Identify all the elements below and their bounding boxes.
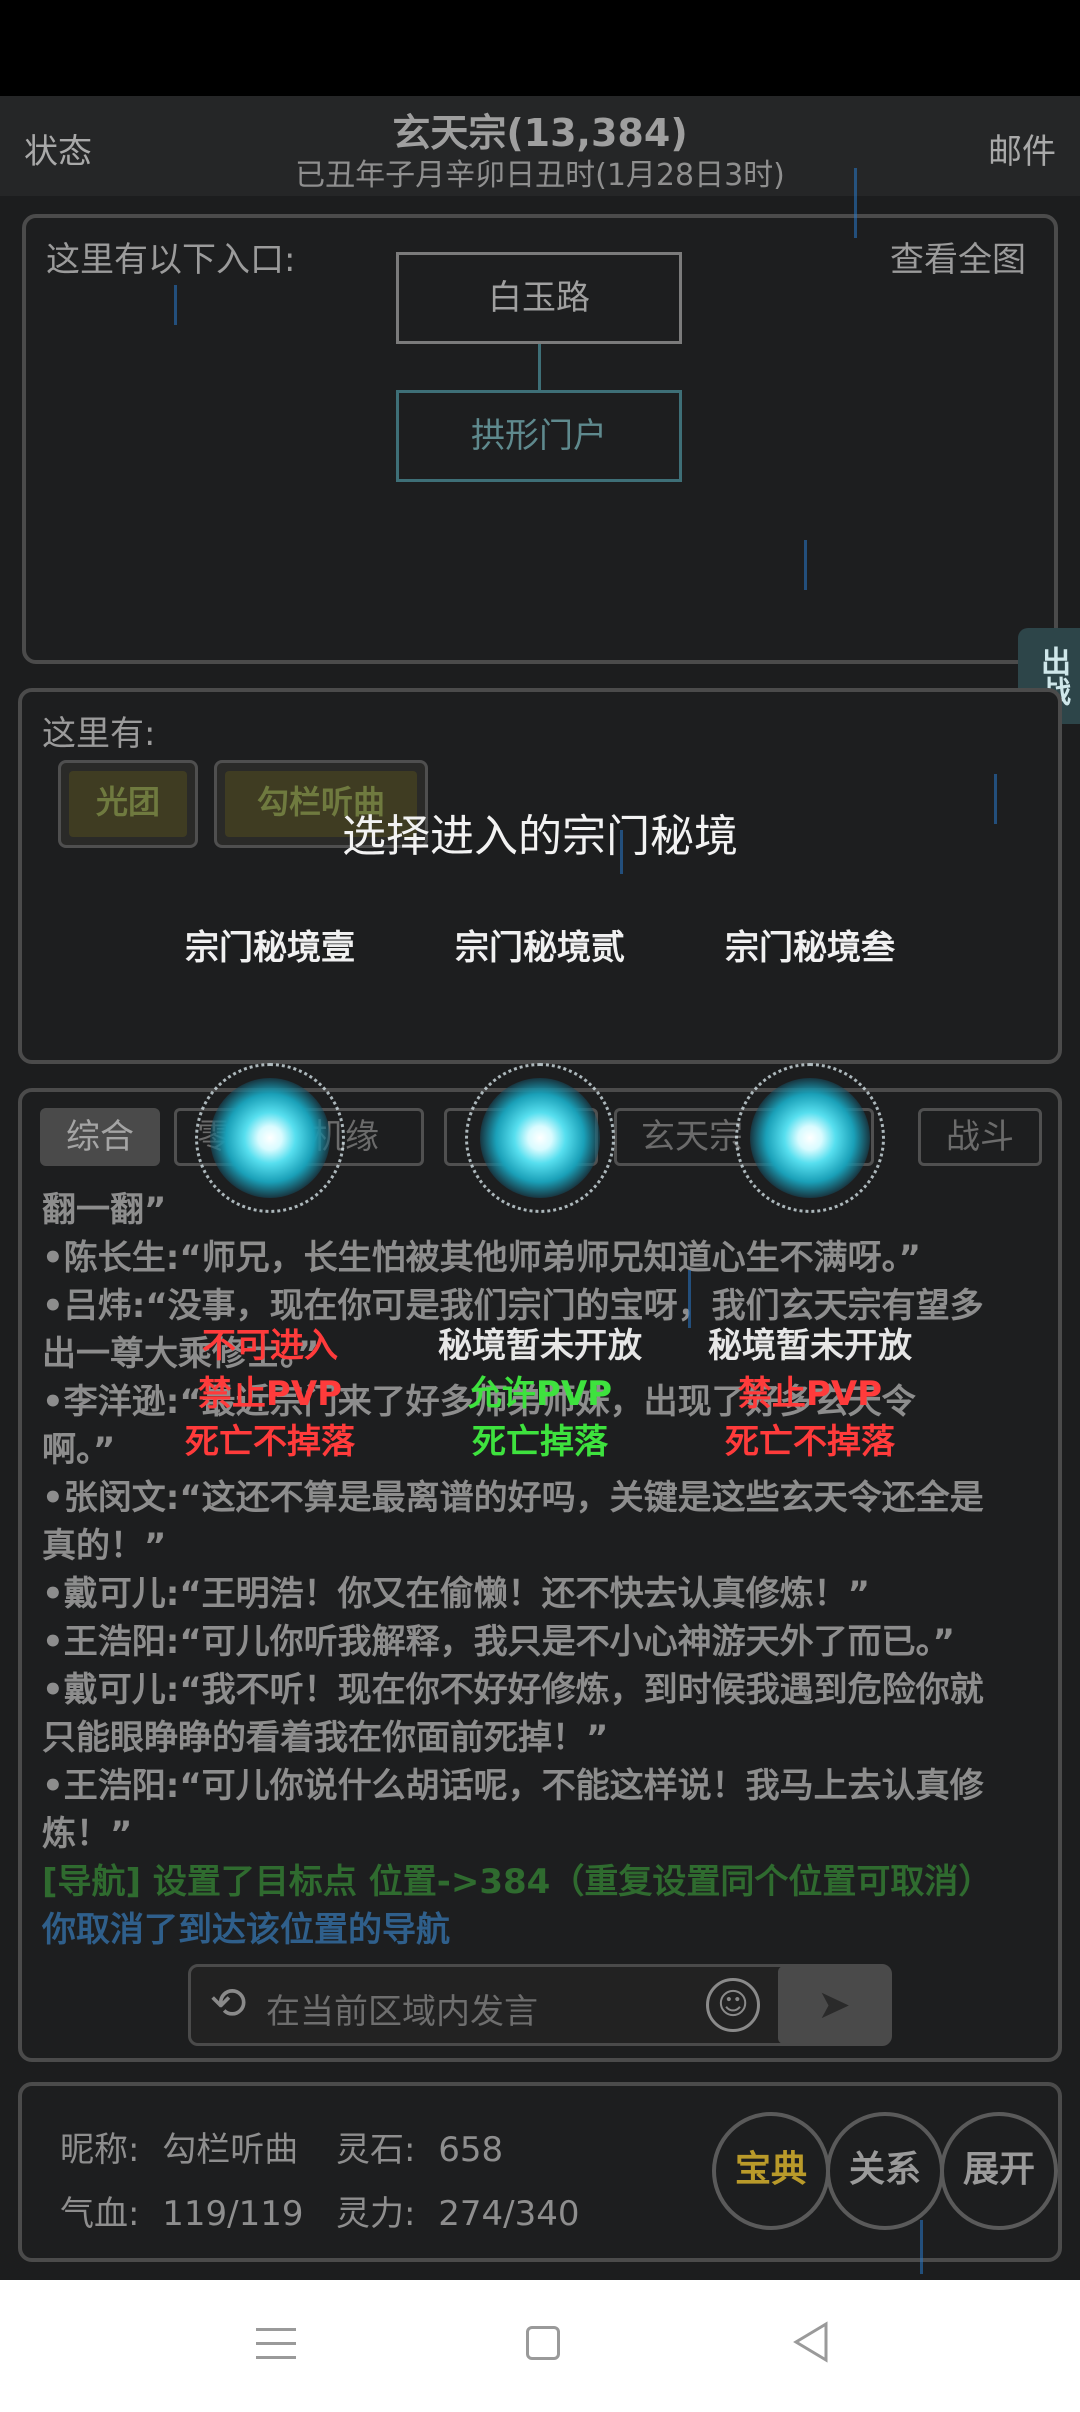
here-label: 这里有: (42, 714, 156, 754)
hp-row: 气血: 119/119 (60, 2186, 304, 2235)
realm-3-pvp: 禁止PVP (737, 1374, 883, 1414)
chat-line: 炼！” (42, 1814, 133, 1854)
realm-2-status: 秘境暂未开放 (438, 1326, 642, 1366)
portal-3-icon[interactable] (750, 1078, 870, 1198)
chat-line: •陈长生:“师兄，长生怕被其他师弟师兄知道心生不满呀。” (42, 1238, 922, 1278)
realm-3-name[interactable]: 宗门秘境叁 (675, 920, 945, 969)
tab-battle[interactable]: 战斗 (918, 1108, 1042, 1166)
emoji-icon[interactable]: ☺ (706, 1978, 760, 2032)
chat-line: •张闵文:“这还不算是最离谱的好吗，关键是这些玄天令还全是 (42, 1478, 984, 1518)
expand-button[interactable]: 展开 (940, 2112, 1058, 2230)
entrances-label: 这里有以下入口: (46, 240, 296, 280)
realm-2-drop: 死亡掉落 (472, 1422, 608, 1462)
codex-button[interactable]: 宝典 (712, 2112, 830, 2230)
mail-button[interactable]: 邮件 (988, 124, 1056, 173)
relations-button[interactable]: 关系 (826, 2112, 944, 2230)
chat-line: 只能眼睁睁的看着我在你面前死掉！” (42, 1718, 609, 1758)
game-time: 已丑年子月辛卯日丑时(1月28日3时) (295, 158, 785, 193)
mp-value: 274/340 (438, 2194, 580, 2234)
realm-1-name[interactable]: 宗门秘境壹 (135, 920, 405, 969)
navigation-message: [导航] 设置了目标点 位置->384（重复设置同个位置可取消） (42, 1862, 993, 1902)
rain-streak (804, 540, 807, 590)
nickname-label: 昵称: (60, 2130, 140, 2170)
tab-general[interactable]: 综合 (40, 1108, 160, 1166)
realm-2-pvp: 允许PVP (467, 1374, 613, 1414)
map-node-baiyu-road[interactable]: 白玉路 (396, 252, 682, 344)
chat-line: 真的！” (42, 1526, 167, 1566)
hp-value: 119/119 (162, 2194, 304, 2234)
nickname-value: 勾栏听曲 (162, 2130, 299, 2170)
menu-icon[interactable] (256, 2324, 296, 2364)
stone-value: 658 (438, 2130, 504, 2170)
portal-1-icon[interactable] (210, 1078, 330, 1198)
map-connector (538, 344, 541, 390)
nickname-row: 昵称: 勾栏听曲 (60, 2122, 298, 2171)
rain-streak (920, 2220, 923, 2274)
chat-line: •王浩阳:“可儿你说什么胡话呢，不能这样说！我马上去认真修 (42, 1766, 984, 1806)
refresh-icon[interactable]: ⟲ (198, 1974, 258, 2034)
send-icon: ➤ (817, 1982, 851, 2028)
stone-row: 灵石: 658 (336, 2122, 503, 2171)
realm-3-status: 秘境暂未开放 (708, 1326, 912, 1366)
view-full-map-button[interactable]: 查看全图 (890, 232, 1026, 281)
realm-1-drop: 死亡不掉落 (185, 1422, 355, 1462)
back-icon[interactable] (790, 2320, 830, 2368)
navigation-cancel-message: 你取消了到达该位置的导航 (42, 1910, 450, 1950)
realm-2-name[interactable]: 宗门秘境贰 (405, 920, 675, 969)
home-icon[interactable] (526, 2326, 560, 2360)
here-panel (18, 688, 1062, 1064)
rain-streak (854, 168, 857, 238)
map-node-arched-gate[interactable]: 拱形门户 (396, 390, 682, 482)
chat-line: •王浩阳:“可儿你听我解释，我只是不小心神游天外了而已。” (42, 1622, 956, 1662)
location-title: 玄天宗(13,384) (392, 111, 688, 155)
chat-line: •戴可儿:“我不听！现在你不好好修炼，到时候我遇到危险你就 (42, 1670, 984, 1710)
mp-row: 灵力: 274/340 (336, 2186, 580, 2235)
realm-1-pvp: 禁止PVP (197, 1374, 343, 1414)
realm-1-status: 不可进入 (202, 1326, 338, 1366)
system-status-bar (0, 0, 1080, 96)
send-button[interactable]: ➤ (778, 1966, 890, 2044)
hp-label: 气血: (60, 2194, 140, 2234)
stone-label: 灵石: (336, 2130, 416, 2170)
chat-line: •戴可儿:“王明浩！你又在偷懒！还不快去认真修炼！” (42, 1574, 871, 1614)
mp-label: 灵力: (336, 2194, 416, 2234)
chat-input[interactable]: 在当前区域内发言 (266, 1984, 538, 2033)
portal-2-icon[interactable] (480, 1078, 600, 1198)
realm-3-drop: 死亡不掉落 (725, 1422, 895, 1462)
overlay-title: 选择进入的宗门秘境 (342, 811, 738, 862)
rain-streak (174, 285, 177, 325)
